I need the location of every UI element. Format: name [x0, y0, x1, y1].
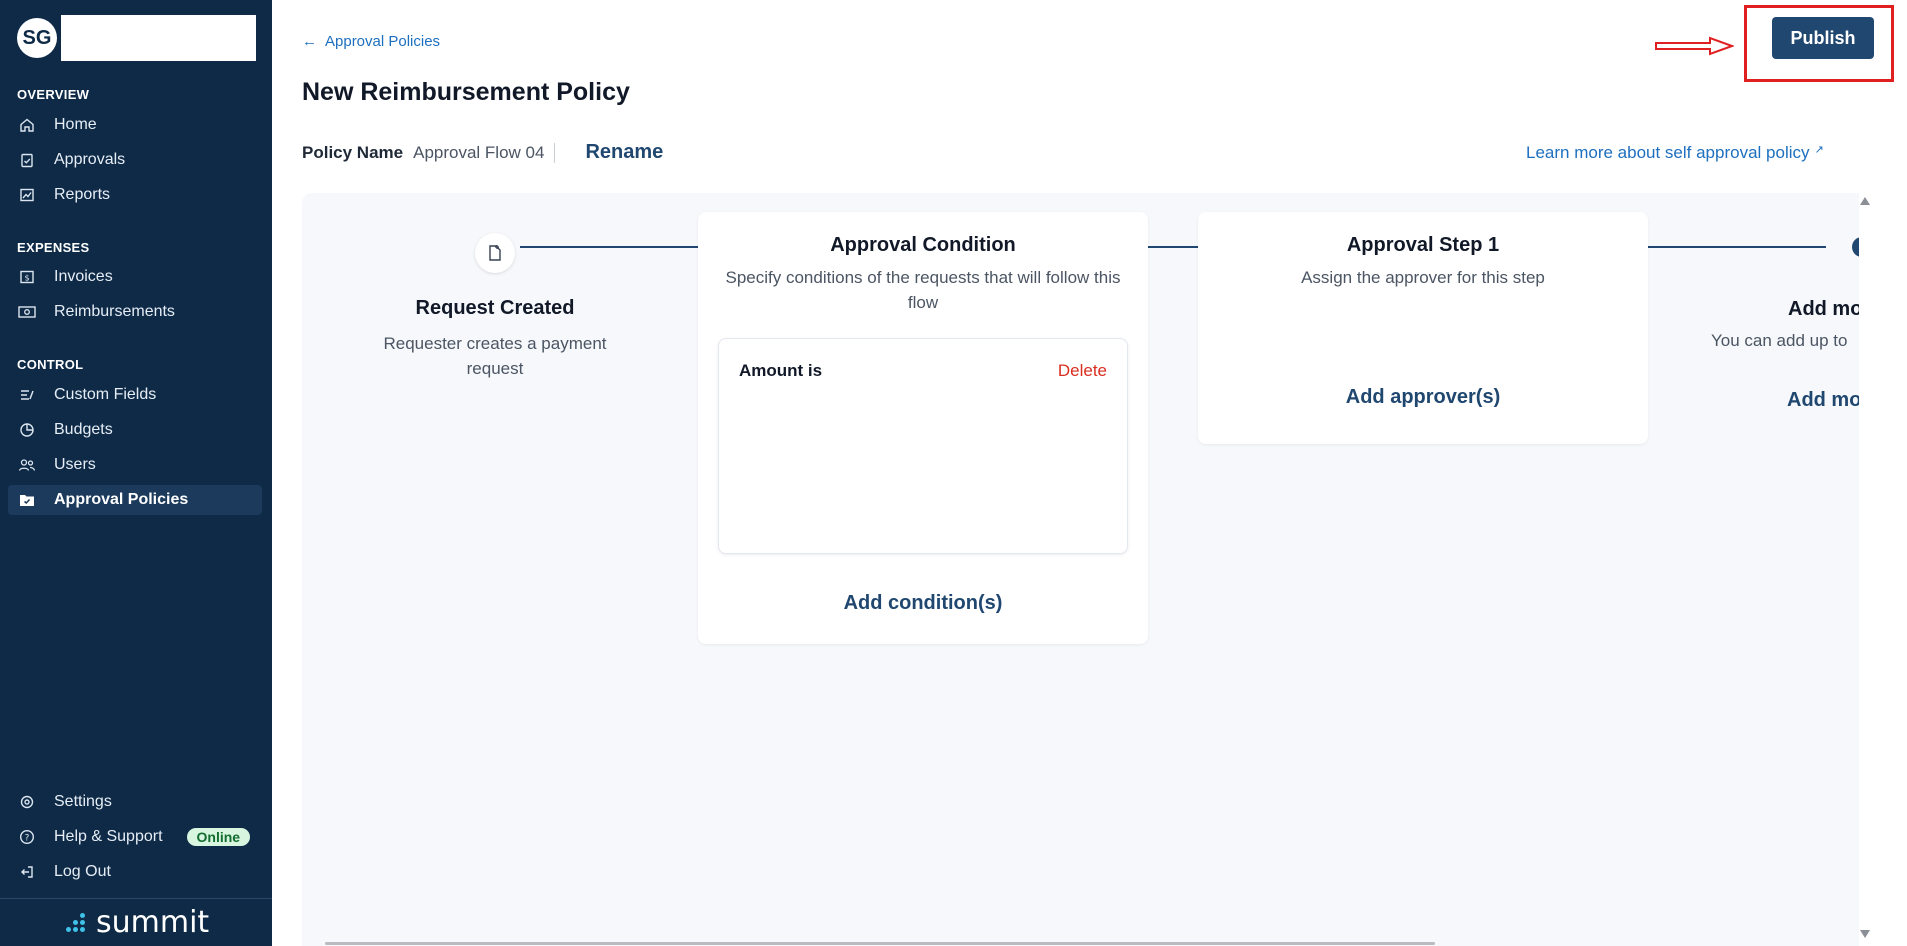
flow-connector	[520, 246, 700, 248]
sidebar-item-settings[interactable]: Settings	[8, 787, 262, 817]
online-status-badge: Online	[186, 828, 251, 846]
pie-chart-icon	[18, 421, 36, 439]
delete-condition-button[interactable]: Delete	[1058, 361, 1107, 381]
arrow-left-icon: ←	[302, 33, 317, 50]
sidebar-item-log-out[interactable]: Log Out	[8, 857, 262, 887]
sidebar-item-label: Reimbursements	[54, 303, 175, 320]
add-step-icon[interactable]	[1852, 237, 1859, 257]
sidebar-item-label: Help & Support	[54, 828, 163, 845]
sidebar: SG OVERVIEW Home Approvals Reports EXPEN…	[0, 0, 272, 946]
sidebar-item-custom-fields[interactable]: Custom Fields	[8, 380, 262, 410]
approval-step-desc: Assign the approver for this step	[1301, 268, 1545, 287]
publish-button[interactable]: Publish	[1772, 17, 1874, 59]
request-created-desc: Requester creates a payment request	[383, 334, 607, 378]
sidebar-item-approval-policies[interactable]: Approval Policies	[8, 485, 262, 515]
sidebar-item-label: Approval Policies	[54, 491, 189, 508]
add-approver-button[interactable]: Add approver(s)	[1198, 386, 1648, 409]
external-link-icon: ↗	[1814, 144, 1824, 156]
horizontal-scrollbar[interactable]	[325, 942, 1435, 945]
policy-name-value: Approval Flow 04	[413, 142, 556, 163]
section-title-expenses: EXPENSES	[17, 240, 90, 255]
logout-icon	[18, 863, 36, 881]
sidebar-item-label: Users	[54, 456, 96, 473]
sidebar-item-help-support[interactable]: ? Help & Support Online	[8, 822, 262, 852]
scroll-up-icon[interactable]	[1860, 197, 1870, 205]
annotation-arrow-icon	[1655, 36, 1734, 56]
sidebar-item-reimbursements[interactable]: Reimbursements	[8, 297, 262, 327]
sidebar-item-label: Settings	[54, 793, 112, 810]
section-title-control: CONTROL	[17, 357, 84, 372]
svg-text:?: ?	[25, 834, 30, 844]
chart-line-icon	[18, 186, 36, 204]
back-link-approval-policies[interactable]: ← Approval Policies	[302, 33, 440, 50]
document-add-icon	[475, 233, 515, 273]
invoice-icon: $	[18, 268, 36, 286]
sidebar-item-label: Custom Fields	[54, 386, 157, 403]
brand-dots-icon	[62, 910, 88, 936]
sidebar-item-reports[interactable]: Reports	[8, 180, 262, 210]
users-icon	[18, 456, 36, 474]
sidebar-item-budgets[interactable]: Budgets	[8, 415, 262, 445]
condition-label: Amount is	[739, 361, 823, 380]
sidebar-item-label: Log Out	[54, 863, 111, 880]
org-switcher[interactable]: SG	[17, 15, 256, 61]
add-condition-button[interactable]: Add condition(s)	[698, 592, 1148, 615]
sidebar-item-label: Budgets	[54, 421, 113, 438]
org-name-redacted	[61, 15, 256, 61]
help-circle-icon: ?	[18, 828, 36, 846]
learn-more-link[interactable]: Learn more about self approval policy ↗	[1526, 143, 1824, 163]
add-more-desc: You can add up to	[1711, 331, 1848, 350]
sidebar-item-approvals[interactable]: Approvals	[8, 145, 262, 175]
page-title: New Reimbursement Policy	[302, 78, 630, 106]
sidebar-item-home[interactable]: Home	[8, 110, 262, 140]
request-created-title: Request Created	[415, 297, 575, 319]
flow-connector	[1148, 246, 1200, 248]
clipboard-check-icon	[18, 151, 36, 169]
approval-step-title: Approval Step 1	[1346, 234, 1500, 256]
sidebar-item-label: Invoices	[54, 268, 113, 285]
sidebar-item-label: Reports	[54, 186, 111, 203]
scroll-down-icon[interactable]	[1860, 930, 1870, 938]
learn-more-label: Learn more about self approval policy	[1526, 143, 1810, 162]
org-avatar: SG	[17, 18, 57, 58]
sidebar-item-label: Approvals	[54, 151, 126, 168]
flow-connector	[1648, 246, 1826, 248]
folder-check-icon	[18, 491, 36, 509]
add-more-button[interactable]: Add mo	[1787, 389, 1859, 412]
approval-condition-card: Approval Condition Specify conditions of…	[698, 212, 1148, 644]
approval-condition-title: Approval Condition	[830, 234, 1016, 256]
svg-text:$: $	[24, 274, 29, 283]
form-fields-icon	[18, 386, 36, 404]
section-title-overview: OVERVIEW	[17, 87, 90, 102]
policy-name-label: Policy Name	[302, 142, 404, 162]
brand-name: summit	[96, 905, 210, 940]
back-link-label: Approval Policies	[325, 33, 441, 50]
cash-icon	[18, 303, 36, 321]
sidebar-item-label: Home	[54, 116, 97, 133]
home-icon	[18, 116, 36, 134]
gear-icon	[18, 793, 36, 811]
sidebar-item-invoices[interactable]: $ Invoices	[8, 262, 262, 292]
policy-name-row: Policy Name Approval Flow 04 Rename	[302, 141, 663, 164]
sidebar-item-users[interactable]: Users	[8, 450, 262, 480]
approval-step-card: Approval Step 1 Assign the approver for …	[1198, 212, 1648, 444]
policy-flow-canvas: Request Created Requester creates a paym…	[302, 193, 1859, 946]
vertical-scrollbar[interactable]	[1860, 193, 1872, 938]
add-more-title: Add mo	[1788, 298, 1859, 320]
condition-item[interactable]: Amount is Delete	[718, 338, 1128, 554]
sidebar-divider	[0, 898, 272, 899]
approval-condition-desc: Specify conditions of the requests that …	[725, 268, 1121, 312]
rename-button[interactable]: Rename	[585, 141, 663, 164]
brand-logo: summit	[62, 905, 209, 940]
